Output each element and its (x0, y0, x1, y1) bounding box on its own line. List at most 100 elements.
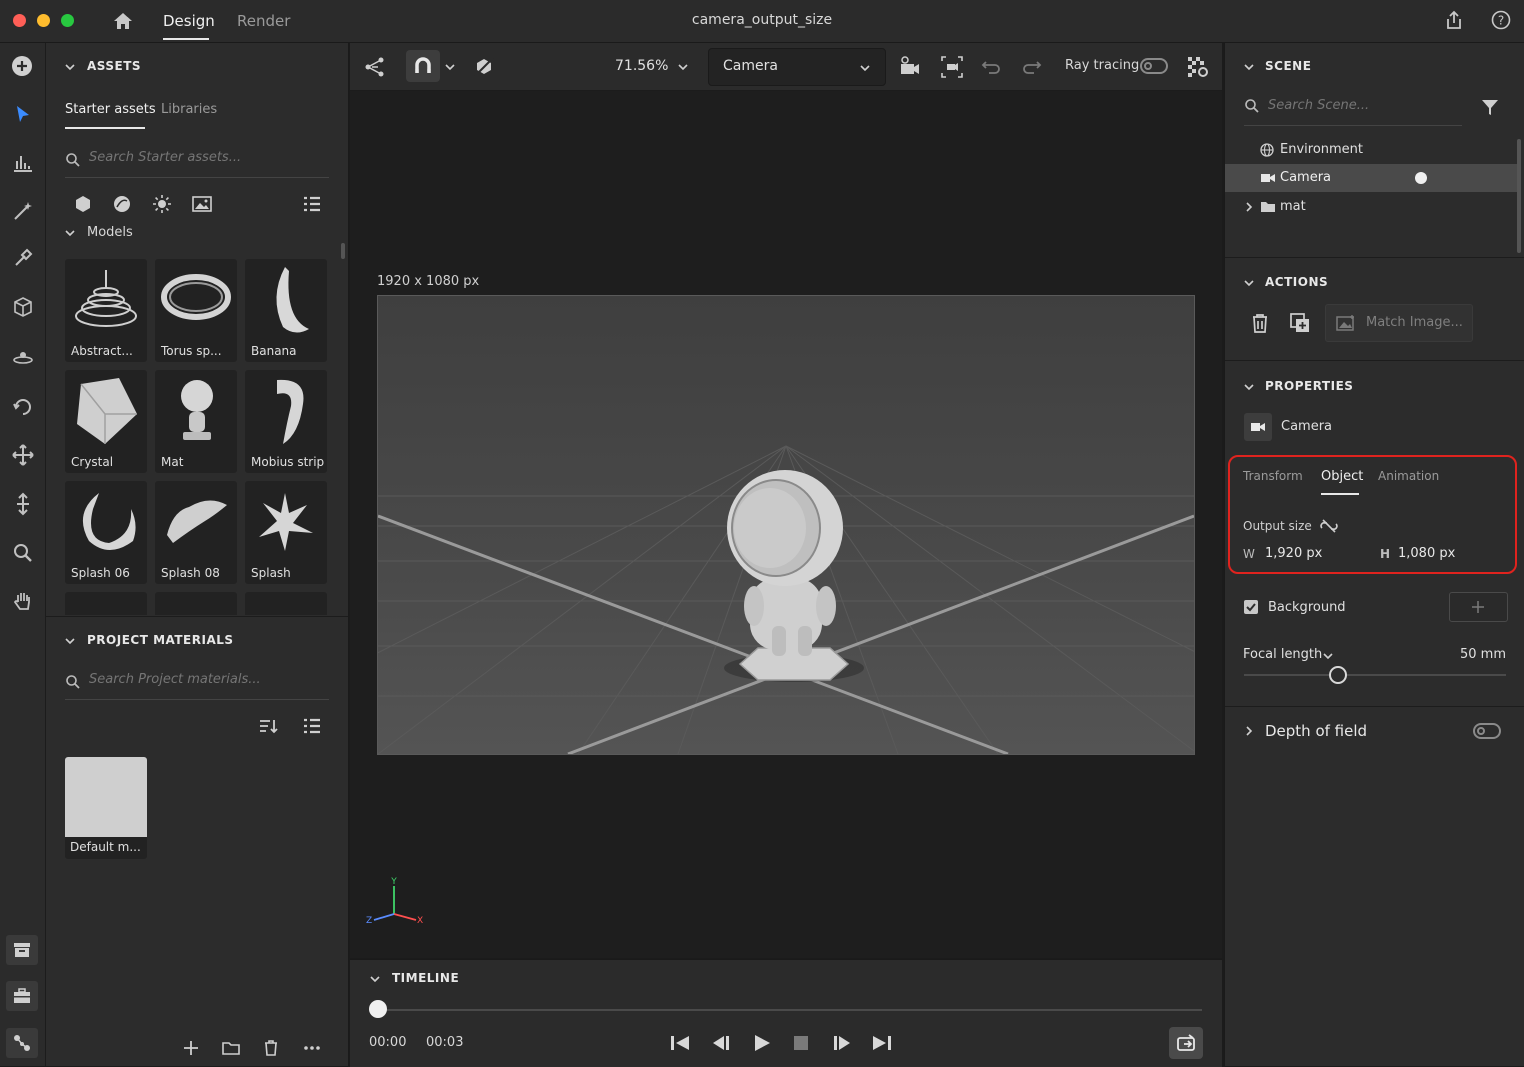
unlink-icon[interactable] (1320, 518, 1338, 534)
scene-search-input[interactable] (1266, 97, 1460, 114)
tab-starter-assets[interactable]: Starter assets (65, 102, 156, 117)
tab-object[interactable]: Object (1321, 469, 1363, 484)
focal-length-slider-thumb[interactable] (1329, 666, 1348, 684)
viewport[interactable]: 1920 x 1080 px Y X Z (350, 91, 1222, 958)
chevron-down-icon[interactable] (1243, 381, 1255, 393)
chevron-right-icon[interactable] (1243, 725, 1255, 737)
list-view-icon[interactable] (302, 194, 322, 214)
materials-search-input[interactable] (87, 671, 321, 688)
visibility-dot[interactable] (1415, 172, 1427, 184)
zoom-level-dropdown[interactable]: 71.56% (605, 51, 695, 82)
chevron-down-icon[interactable] (64, 61, 76, 73)
tab-transform[interactable]: Transform (1243, 469, 1303, 483)
filter-icon[interactable] (1480, 97, 1500, 117)
orbit-tool-icon[interactable] (11, 395, 35, 419)
scene-graph-icon[interactable] (364, 56, 386, 78)
scene-search-field[interactable] (1244, 93, 1462, 126)
model-tile-torus-spiral[interactable]: Torus sp... (155, 259, 237, 362)
camera-redo-icon[interactable] (1020, 55, 1044, 79)
chevron-down-icon[interactable] (64, 227, 76, 239)
folder-icon[interactable] (221, 1039, 241, 1057)
delete-icon[interactable] (1249, 312, 1271, 334)
model-tile-partial[interactable] (155, 592, 237, 615)
tab-libraries[interactable]: Libraries (161, 102, 217, 117)
model-tile-splash-06[interactable]: Splash 06 (65, 481, 147, 584)
ray-tracing-toggle[interactable] (1140, 58, 1168, 74)
share-icon[interactable] (1443, 9, 1465, 31)
magic-wand-icon[interactable] (11, 199, 35, 223)
depth-of-field-toggle[interactable] (1473, 723, 1501, 739)
chevron-down-icon[interactable] (444, 61, 456, 73)
model-tile-crystal[interactable]: Crystal (65, 370, 147, 473)
add-icon[interactable] (182, 1039, 200, 1057)
chevron-right-icon[interactable] (1243, 201, 1255, 213)
duplicate-icon[interactable] (1289, 312, 1311, 334)
match-image-button[interactable]: Match Image... (1325, 304, 1473, 342)
snap-toggle-button[interactable] (406, 50, 440, 82)
material-tile-default[interactable]: Default m... (65, 757, 147, 859)
model-tile-mobius-strip[interactable]: Mobius strip (245, 370, 327, 473)
chevron-down-icon[interactable] (64, 635, 76, 647)
stop-icon[interactable] (792, 1034, 810, 1052)
tab-animation[interactable]: Animation (1378, 469, 1439, 483)
background-checkbox[interactable] (1244, 600, 1258, 614)
timeline-playhead[interactable] (369, 1000, 387, 1018)
loop-button[interactable] (1169, 1027, 1203, 1059)
camera-frame-icon[interactable] (940, 55, 964, 79)
model-tile-partial[interactable] (245, 592, 327, 615)
play-icon[interactable] (751, 1033, 773, 1053)
model-tile-banana[interactable]: Banana (245, 259, 327, 362)
models-filter-icon[interactable] (74, 195, 92, 213)
render-settings-icon[interactable] (1186, 55, 1210, 79)
dolly-tool-icon[interactable] (11, 492, 35, 516)
trash-icon[interactable] (262, 1039, 280, 1057)
skip-to-start-icon[interactable] (669, 1033, 691, 1053)
model-tile-splash-08[interactable]: Splash 08 (155, 481, 237, 584)
assets-search-input[interactable] (87, 149, 321, 166)
depth-of-field-label[interactable]: Depth of field (1265, 722, 1367, 740)
width-value-field[interactable]: 1,920 px (1265, 546, 1322, 561)
add-icon[interactable] (11, 55, 33, 77)
background-add-button[interactable] (1449, 592, 1508, 622)
step-forward-icon[interactable] (831, 1033, 853, 1053)
camera-select-dropdown[interactable]: Camera (708, 48, 886, 86)
bar-chart-tool-icon[interactable] (11, 151, 35, 175)
model-tile-splash[interactable]: Splash (245, 481, 327, 584)
scene-scrollbar[interactable] (1517, 139, 1521, 253)
timeline-track[interactable] (378, 1009, 1202, 1011)
camera-undo-icon[interactable] (979, 55, 1003, 79)
assets-scrollbar[interactable] (341, 243, 345, 259)
scene-item-environment[interactable]: Environment (1225, 136, 1517, 164)
toolkit-panel-button[interactable] (6, 981, 38, 1011)
height-value-field[interactable]: 1,080 px (1398, 546, 1455, 561)
chevron-down-icon[interactable] (369, 973, 381, 985)
assets-search-field[interactable] (65, 145, 329, 178)
focal-length-value[interactable]: 50 mm (1425, 647, 1506, 662)
step-back-icon[interactable] (710, 1033, 732, 1053)
scene-item-mat[interactable]: mat (1225, 193, 1517, 221)
materials-filter-icon[interactable] (113, 195, 131, 213)
help-icon[interactable]: ? (1490, 9, 1512, 31)
drop-to-ground-icon[interactable] (473, 56, 495, 78)
model-tile-abstract[interactable]: Abstract... (65, 259, 147, 362)
render-frame[interactable] (377, 295, 1195, 755)
images-filter-icon[interactable] (192, 195, 212, 213)
focal-length-slider-track[interactable] (1244, 674, 1506, 676)
chevron-down-icon[interactable] (1243, 61, 1255, 73)
zoom-tool-icon[interactable] (11, 541, 35, 565)
model-tile-partial[interactable] (65, 592, 147, 615)
materials-search-field[interactable] (65, 667, 329, 700)
eyedropper-icon[interactable] (11, 246, 35, 270)
hand-tool-icon[interactable] (11, 589, 35, 613)
list-view-icon[interactable] (302, 716, 322, 736)
chevron-down-icon[interactable] (1322, 650, 1334, 662)
archive-panel-button[interactable] (6, 935, 38, 965)
cube-tool-icon[interactable] (11, 295, 35, 319)
node-graph-panel-button[interactable] (6, 1028, 38, 1058)
select-tool-icon[interactable] (12, 103, 34, 125)
ground-tool-icon[interactable] (11, 345, 35, 369)
skip-to-end-icon[interactable] (871, 1033, 893, 1053)
pan-move-tool-icon[interactable] (11, 443, 35, 467)
sort-icon[interactable] (258, 717, 278, 735)
scene-item-camera[interactable]: Camera (1225, 164, 1517, 192)
